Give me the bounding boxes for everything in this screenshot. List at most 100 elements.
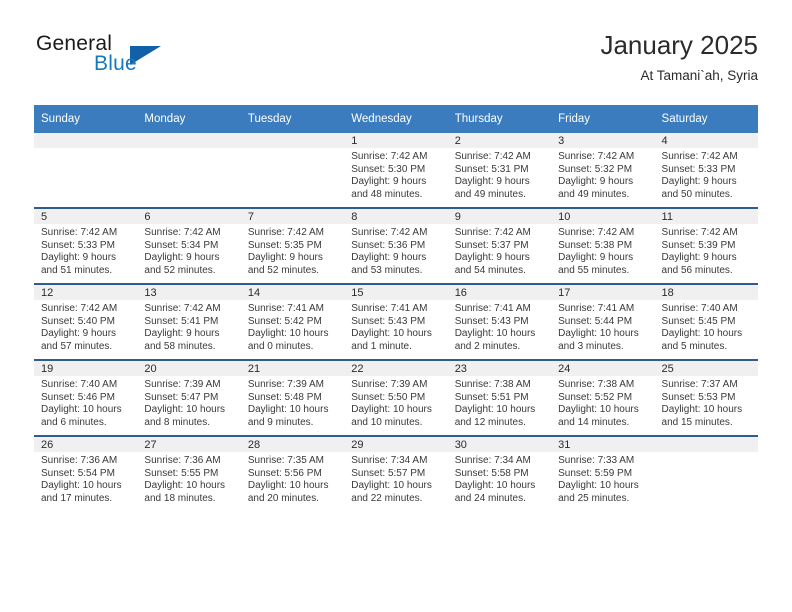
calendar-week-row: 5 Sunrise: 7:42 AM Sunset: 5:33 PM Daylight… (34, 207, 758, 284)
day-daylight-line: Daylight: 10 hours (247, 404, 329, 416)
day-number: 23 (447, 361, 552, 376)
calendar-cell: 20 Sunrise: 7:39 AM Sunset: 5:47 PM Dayligh… (137, 359, 241, 436)
day-cell[interactable]: 20 Sunrise: 7:39 AM Sunset: 5:47 PM Dayligh… (137, 361, 241, 435)
day-cell[interactable]: 19 Sunrise: 7:40 AM Sunset: 5:46 PM Dayligh… (34, 361, 138, 435)
day-cell-empty (654, 437, 758, 511)
day-cell[interactable]: 22 Sunrise: 7:39 AM Sunset: 5:50 PM Dayligh… (344, 361, 448, 435)
day-daylight-line: Daylight: 10 hours (661, 328, 743, 340)
day-cell[interactable]: 18 Sunrise: 7:40 AM Sunset: 5:45 PM Dayligh… (654, 285, 758, 359)
day-sunrise-line: Sunrise: 7:34 AM (351, 455, 428, 466)
calendar-cell: 18 Sunrise: 7:40 AM Sunset: 5:45 PM Dayligh… (654, 283, 758, 360)
day-daylight-line: and 8 minutes. (144, 416, 211, 428)
day-daylight-line: and 56 minutes. (661, 264, 733, 276)
calendar-cell: 26 Sunrise: 7:36 AM Sunset: 5:54 PM Dayligh… (34, 435, 138, 511)
day-number: 30 (447, 437, 552, 452)
day-cell[interactable]: 11 Sunrise: 7:42 AM Sunset: 5:39 PM Dayligh… (654, 209, 758, 283)
day-number: 13 (137, 285, 241, 300)
day-cell[interactable]: 5 Sunrise: 7:42 AM Sunset: 5:33 PM Daylight… (34, 209, 138, 283)
day-number: 14 (240, 285, 345, 300)
day-sun-info: Sunrise: 7:40 AM Sunset: 5:45 PM Daylight:… (655, 300, 758, 353)
day-sunrise-line: Sunrise: 7:42 AM (351, 227, 428, 238)
day-cell[interactable]: 3 Sunrise: 7:42 AM Sunset: 5:32 PM Daylight… (551, 133, 655, 207)
weekday-header-row: Sunday Monday Tuesday Wednesday Thursday… (34, 105, 758, 133)
day-number: 9 (447, 209, 552, 224)
day-sunset-line: Sunset: 5:34 PM (144, 239, 219, 251)
day-sunrise-line: Sunrise: 7:40 AM (661, 303, 738, 314)
general-blue-logo[interactable]: General Blue (34, 32, 244, 88)
day-cell[interactable]: 1 Sunrise: 7:42 AM Sunset: 5:30 PM Daylight… (344, 133, 448, 207)
day-daylight-line: and 54 minutes. (454, 264, 526, 276)
day-cell[interactable]: 9 Sunrise: 7:42 AM Sunset: 5:37 PM Daylight… (447, 209, 552, 283)
day-number: 17 (551, 285, 655, 300)
day-daylight-line: and 57 minutes. (41, 340, 113, 352)
day-sunrise-line: Sunrise: 7:34 AM (454, 455, 531, 466)
day-sun-info: Sunrise: 7:41 AM Sunset: 5:43 PM Daylight:… (448, 300, 551, 353)
day-number: 11 (654, 209, 758, 224)
weekday-header-wednesday: Wednesday (344, 105, 448, 133)
day-cell[interactable]: 17 Sunrise: 7:41 AM Sunset: 5:44 PM Dayligh… (551, 285, 655, 359)
day-cell[interactable]: 4 Sunrise: 7:42 AM Sunset: 5:33 PM Daylight… (654, 133, 758, 207)
calendar-cell: 14 Sunrise: 7:41 AM Sunset: 5:42 PM Dayligh… (240, 283, 345, 360)
day-cell[interactable]: 26 Sunrise: 7:36 AM Sunset: 5:54 PM Dayligh… (34, 437, 138, 511)
calendar-cell: 9 Sunrise: 7:42 AM Sunset: 5:37 PM Daylight… (447, 207, 552, 284)
day-sunset-line: Sunset: 5:53 PM (661, 391, 736, 403)
day-cell[interactable]: 28 Sunrise: 7:35 AM Sunset: 5:56 PM Dayligh… (240, 437, 345, 511)
day-daylight-line: Daylight: 10 hours (41, 480, 122, 492)
calendar-cell: 4 Sunrise: 7:42 AM Sunset: 5:33 PM Daylight… (654, 133, 758, 208)
day-daylight-line: and 55 minutes. (558, 264, 630, 276)
day-cell[interactable]: 27 Sunrise: 7:36 AM Sunset: 5:55 PM Dayligh… (137, 437, 241, 511)
day-sun-info: Sunrise: 7:42 AM Sunset: 5:37 PM Daylight:… (448, 224, 551, 277)
day-cell[interactable]: 7 Sunrise: 7:42 AM Sunset: 5:35 PM Daylight… (240, 209, 345, 283)
day-cell[interactable]: 21 Sunrise: 7:39 AM Sunset: 5:48 PM Dayligh… (240, 361, 345, 435)
day-cell[interactable]: 16 Sunrise: 7:41 AM Sunset: 5:43 PM Dayligh… (447, 285, 552, 359)
day-sunrise-line: Sunrise: 7:39 AM (351, 379, 428, 390)
day-sun-info: Sunrise: 7:42 AM Sunset: 5:40 PM Daylight:… (34, 300, 137, 353)
day-cell-empty (137, 133, 241, 207)
day-number: 22 (344, 361, 448, 376)
day-daylight-line: and 15 minutes. (661, 416, 733, 428)
day-cell[interactable]: 13 Sunrise: 7:42 AM Sunset: 5:41 PM Dayligh… (137, 285, 241, 359)
day-sunrise-line: Sunrise: 7:42 AM (351, 151, 428, 162)
day-sun-info: Sunrise: 7:42 AM Sunset: 5:33 PM Daylight:… (655, 148, 758, 201)
day-sunrise-line: Sunrise: 7:42 AM (454, 151, 531, 162)
day-cell[interactable]: 24 Sunrise: 7:38 AM Sunset: 5:52 PM Dayligh… (551, 361, 655, 435)
day-daylight-line: Daylight: 9 hours (558, 252, 634, 264)
day-sunrise-line: Sunrise: 7:42 AM (558, 151, 635, 162)
day-cell[interactable]: 29 Sunrise: 7:34 AM Sunset: 5:57 PM Dayligh… (344, 437, 448, 511)
calendar-cell: 12 Sunrise: 7:42 AM Sunset: 5:40 PM Dayligh… (34, 283, 138, 360)
day-daylight-line: Daylight: 10 hours (144, 480, 226, 492)
calendar-cell: 19 Sunrise: 7:40 AM Sunset: 5:46 PM Dayligh… (34, 359, 138, 436)
day-sun-info: Sunrise: 7:42 AM Sunset: 5:33 PM Daylight:… (34, 224, 137, 277)
day-sunset-line: Sunset: 5:48 PM (247, 391, 322, 403)
day-sun-info: Sunrise: 7:39 AM Sunset: 5:50 PM Daylight:… (344, 376, 447, 429)
day-sunrise-line: Sunrise: 7:42 AM (144, 227, 221, 238)
day-cell[interactable]: 14 Sunrise: 7:41 AM Sunset: 5:42 PM Dayligh… (240, 285, 345, 359)
day-cell[interactable]: 31 Sunrise: 7:33 AM Sunset: 5:59 PM Dayligh… (551, 437, 655, 511)
day-daylight-line: Daylight: 9 hours (247, 252, 323, 264)
day-sun-info: Sunrise: 7:39 AM Sunset: 5:47 PM Daylight:… (137, 376, 240, 429)
calendar-cell: 25 Sunrise: 7:37 AM Sunset: 5:53 PM Dayligh… (654, 359, 758, 436)
day-sunset-line: Sunset: 5:43 PM (351, 315, 426, 327)
day-sun-info: Sunrise: 7:34 AM Sunset: 5:58 PM Daylight:… (448, 452, 551, 505)
day-cell[interactable]: 30 Sunrise: 7:34 AM Sunset: 5:58 PM Dayligh… (447, 437, 552, 511)
calendar-cell: 27 Sunrise: 7:36 AM Sunset: 5:55 PM Dayligh… (137, 435, 241, 511)
logo-text-blue: Blue (94, 52, 137, 75)
day-sun-info: Sunrise: 7:42 AM Sunset: 5:41 PM Daylight:… (137, 300, 240, 353)
title-block: January 2025 At Tamani`ah, Syria (600, 28, 758, 86)
day-number: 21 (240, 361, 345, 376)
day-cell[interactable]: 2 Sunrise: 7:42 AM Sunset: 5:31 PM Daylight… (447, 133, 552, 207)
day-daylight-line: Daylight: 10 hours (351, 328, 432, 340)
calendar-cell: 16 Sunrise: 7:41 AM Sunset: 5:43 PM Dayligh… (447, 283, 552, 360)
day-cell[interactable]: 12 Sunrise: 7:42 AM Sunset: 5:40 PM Dayligh… (34, 285, 138, 359)
day-sunrise-line: Sunrise: 7:39 AM (247, 379, 324, 390)
day-sunrise-line: Sunrise: 7:42 AM (41, 303, 118, 314)
day-cell[interactable]: 15 Sunrise: 7:41 AM Sunset: 5:43 PM Dayligh… (344, 285, 448, 359)
calendar-cell: 15 Sunrise: 7:41 AM Sunset: 5:43 PM Dayligh… (344, 283, 448, 360)
day-cell[interactable]: 8 Sunrise: 7:42 AM Sunset: 5:36 PM Daylight… (344, 209, 448, 283)
day-sunrise-line: Sunrise: 7:35 AM (247, 455, 324, 466)
day-cell[interactable]: 25 Sunrise: 7:37 AM Sunset: 5:53 PM Dayligh… (654, 361, 758, 435)
day-cell[interactable]: 10 Sunrise: 7:42 AM Sunset: 5:38 PM Dayligh… (551, 209, 655, 283)
day-cell[interactable]: 6 Sunrise: 7:42 AM Sunset: 5:34 PM Daylight… (137, 209, 241, 283)
day-sunrise-line: Sunrise: 7:41 AM (247, 303, 324, 314)
day-cell[interactable]: 23 Sunrise: 7:38 AM Sunset: 5:51 PM Dayligh… (447, 361, 552, 435)
